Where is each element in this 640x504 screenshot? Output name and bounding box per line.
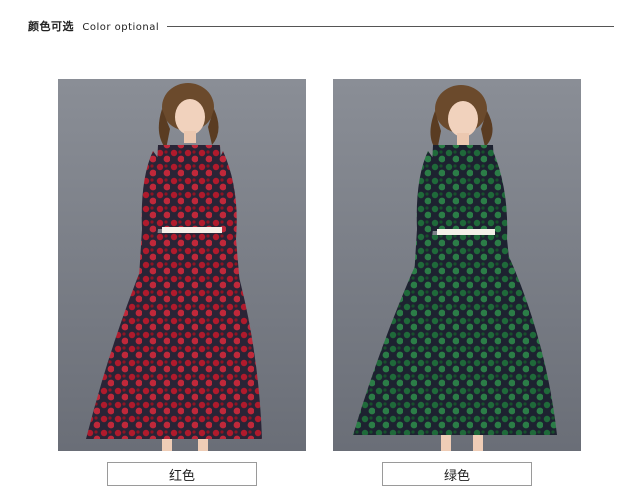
color-option-green[interactable]: 绿色 [382, 462, 532, 486]
color-option-red[interactable]: 红色 [107, 462, 257, 486]
color-option-red-label: 红色 [168, 468, 195, 484]
red-dress-photo [58, 79, 306, 451]
color-option-green-label: 绿色 [443, 468, 470, 484]
section-title-cn: 颜色可选 [28, 20, 74, 33]
header-divider [167, 25, 614, 27]
section-title: 颜色可选 Color optional [28, 18, 159, 34]
section-title-en: Color optional [82, 22, 160, 33]
green-dress-photo [333, 79, 581, 451]
section-header: 颜色可选 Color optional [28, 14, 614, 38]
